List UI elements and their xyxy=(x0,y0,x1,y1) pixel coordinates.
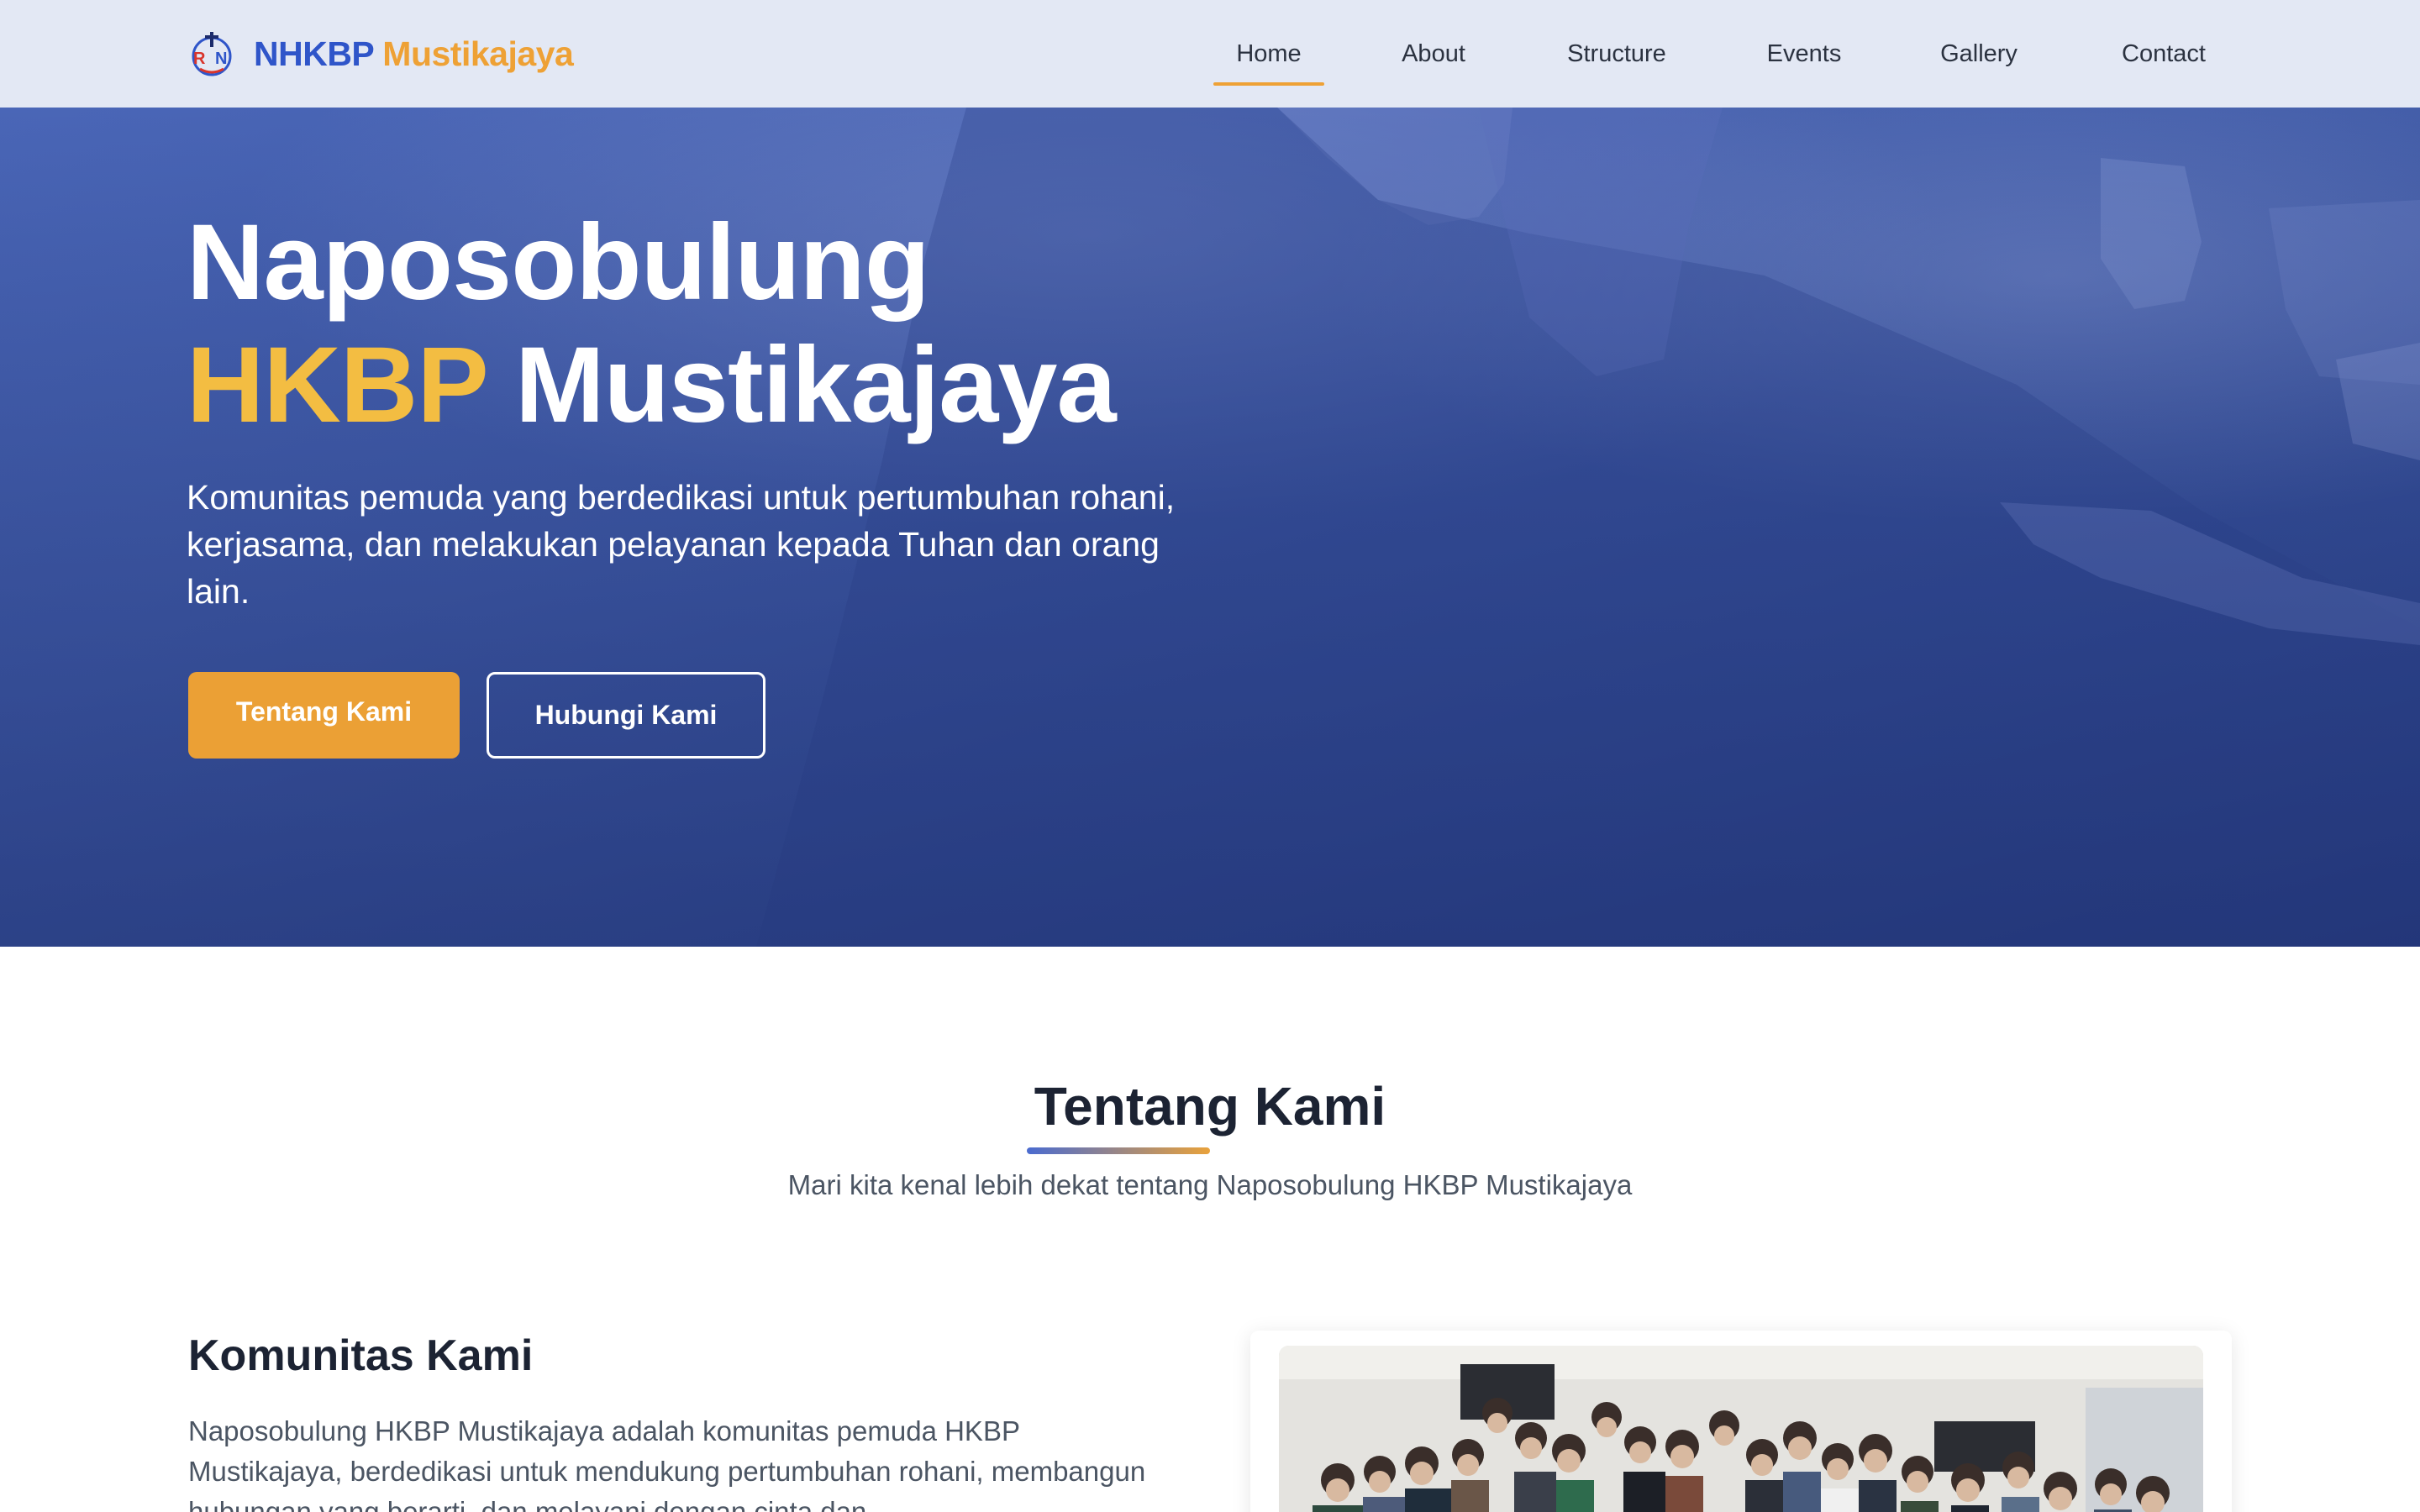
svg-text:N: N xyxy=(215,50,227,68)
nav-gallery[interactable]: Gallery xyxy=(1928,24,2030,84)
hero-subtitle: Komunitas pemuda yang berdedikasi untuk … xyxy=(187,478,1176,611)
brand-name: NHKBP Mustikajaya xyxy=(254,34,574,74)
nav-events[interactable]: Events xyxy=(1753,24,1855,84)
section-subtitle: Mari kita kenal lebih dekat tentang Napo… xyxy=(787,1169,1633,1200)
about-text: Naposobulung HKBP Mustikajaya adalah kom… xyxy=(188,1415,1146,1512)
community-photo-card xyxy=(1250,1331,2232,1512)
tentang-kami-button[interactable]: Tentang Kami xyxy=(188,672,460,759)
brand-name-part2: Mustikajaya xyxy=(382,34,574,73)
hero-section: Naposobulung HKBP Mustikajaya Komunitas … xyxy=(0,108,2420,947)
section-title: Tentang Kami xyxy=(1034,1076,1386,1137)
nav-contact[interactable]: Contact xyxy=(2102,24,2225,84)
group-photo-image xyxy=(1279,1346,2203,1512)
nav-home[interactable]: Home xyxy=(1213,24,1324,86)
nav-structure[interactable]: Structure xyxy=(1553,24,1681,84)
hero-title: Naposobulung HKBP Mustikajaya xyxy=(187,202,1117,447)
community-group-photo xyxy=(1279,1346,2203,1512)
nav-about[interactable]: About xyxy=(1386,24,1481,84)
rdn-logo-icon: R N xyxy=(192,32,232,76)
section-title-underline xyxy=(1027,1147,1210,1154)
navbar: R N NHKBP Mustikajaya Home About Structur… xyxy=(0,0,2420,108)
hero-title-highlight: HKBP xyxy=(187,325,487,445)
hubungi-kami-button[interactable]: Hubungi Kami xyxy=(487,672,765,759)
svg-text:R: R xyxy=(193,50,206,68)
about-heading: Komunitas Kami xyxy=(188,1331,534,1380)
brand-name-part1: NHKBP xyxy=(254,34,375,73)
hero-title-line1: Naposobulung xyxy=(187,202,930,323)
hero-title-rest: Mustikajaya xyxy=(514,325,1117,445)
brand[interactable]: R N NHKBP Mustikajaya xyxy=(187,25,574,82)
